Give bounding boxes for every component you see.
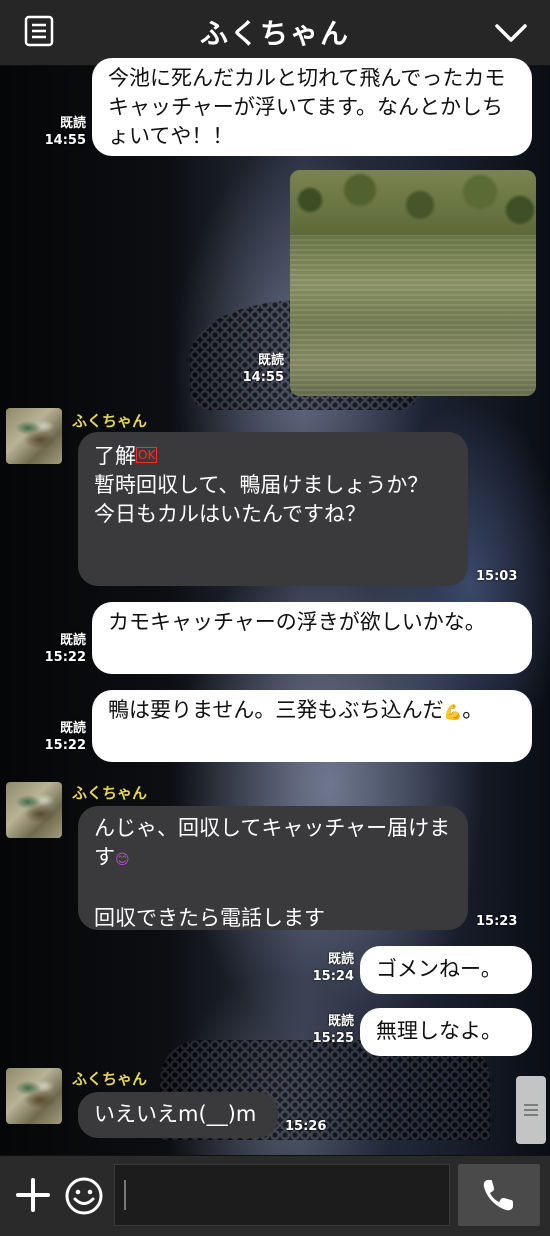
message-time: 15:26 <box>285 1119 327 1134</box>
incoming-message[interactable]: いえいえm(__)m <box>78 1092 278 1138</box>
message-meta: 既読 15:22 <box>36 720 86 754</box>
message-time: 15:24 <box>312 969 354 984</box>
chat-title: ふくちゃん <box>199 17 350 50</box>
outgoing-message[interactable]: 今池に死んだカルと切れて飛んでったカモキャッチャーが浮いてます。なんとかしちょい… <box>92 58 532 156</box>
read-receipt: 既読 <box>327 952 354 967</box>
ok-emoji: OK <box>136 447 158 463</box>
outgoing-message[interactable]: 鴨は要りません。三発もぶち込んだ💪。 <box>92 690 532 762</box>
message-text: 鴨は要りません。三発もぶち込んだ <box>108 698 444 722</box>
read-receipt: 既読 <box>327 1014 354 1029</box>
phone-icon <box>483 1180 513 1211</box>
avatar[interactable] <box>6 782 62 838</box>
plus-icon[interactable] <box>14 1176 52 1214</box>
message-text: 暫時回収して、鴨届けましょうか？ 今日もカルはいたんですね？ <box>94 473 429 526</box>
input-bar <box>0 1155 550 1236</box>
grip-line <box>524 1114 538 1116</box>
avatar[interactable] <box>6 408 62 464</box>
photo-pond-reflection <box>290 235 536 396</box>
photo-trees <box>290 170 536 235</box>
message-time: 15:22 <box>44 738 86 753</box>
message-meta: 既読 14:55 <box>234 352 284 386</box>
incoming-message[interactable]: んじゃ、回収してキャッチャー届けます😊 回収できたら電話します <box>78 806 468 930</box>
read-receipt: 既読 <box>59 721 86 736</box>
sender-name: ふくちゃん <box>72 412 148 430</box>
message-text: 回収できたら電話します <box>94 906 325 930</box>
read-receipt: 既読 <box>59 116 86 131</box>
scroll-handle[interactable] <box>516 1076 546 1144</box>
outgoing-message[interactable]: 無理しなよ。 <box>360 1008 532 1056</box>
flexed-bicep-emoji: 💪 <box>443 703 463 721</box>
message-input[interactable] <box>114 1164 450 1226</box>
grip-line <box>524 1104 538 1106</box>
text-cursor <box>124 1180 126 1210</box>
chevron-down-icon[interactable] <box>494 18 528 48</box>
photo-message[interactable] <box>290 170 536 396</box>
outgoing-message[interactable]: カモキャッチャーの浮きが欲しいかな。 <box>92 602 532 674</box>
read-receipt: 既読 <box>257 353 284 368</box>
message-time: 15:23 <box>476 914 518 929</box>
sender-name: ふくちゃん <box>72 784 148 802</box>
message-text: 。 <box>462 698 484 722</box>
message-meta: 既読 15:22 <box>36 632 86 666</box>
message-time: 15:03 <box>476 569 518 584</box>
chat-header: ふくちゃん <box>0 0 550 66</box>
message-meta: 既読 14:55 <box>36 115 86 149</box>
outgoing-message[interactable]: ゴメンねー。 <box>360 946 532 994</box>
message-meta: 既読 15:25 <box>304 1013 354 1047</box>
message-time: 14:55 <box>242 370 284 385</box>
call-button[interactable] <box>458 1164 540 1226</box>
message-time: 14:55 <box>44 133 86 148</box>
grip-line <box>524 1109 538 1111</box>
read-receipt: 既読 <box>59 633 86 648</box>
avatar[interactable] <box>6 1068 62 1124</box>
smiley-icon[interactable] <box>64 1176 104 1216</box>
message-time: 15:22 <box>44 650 86 665</box>
message-text: 了解 <box>94 444 136 468</box>
message-text: んじゃ、回収してキャッチャー届けます <box>94 816 451 869</box>
sender-name: ふくちゃん <box>72 1070 148 1088</box>
smiling-emoji: 😊 <box>115 852 130 868</box>
message-time: 15:25 <box>312 1031 354 1046</box>
message-meta: 既読 15:24 <box>304 951 354 985</box>
incoming-message[interactable]: 了解 OK 暫時回収して、鴨届けましょうか？ 今日もカルはいたんですね？ <box>78 432 468 586</box>
